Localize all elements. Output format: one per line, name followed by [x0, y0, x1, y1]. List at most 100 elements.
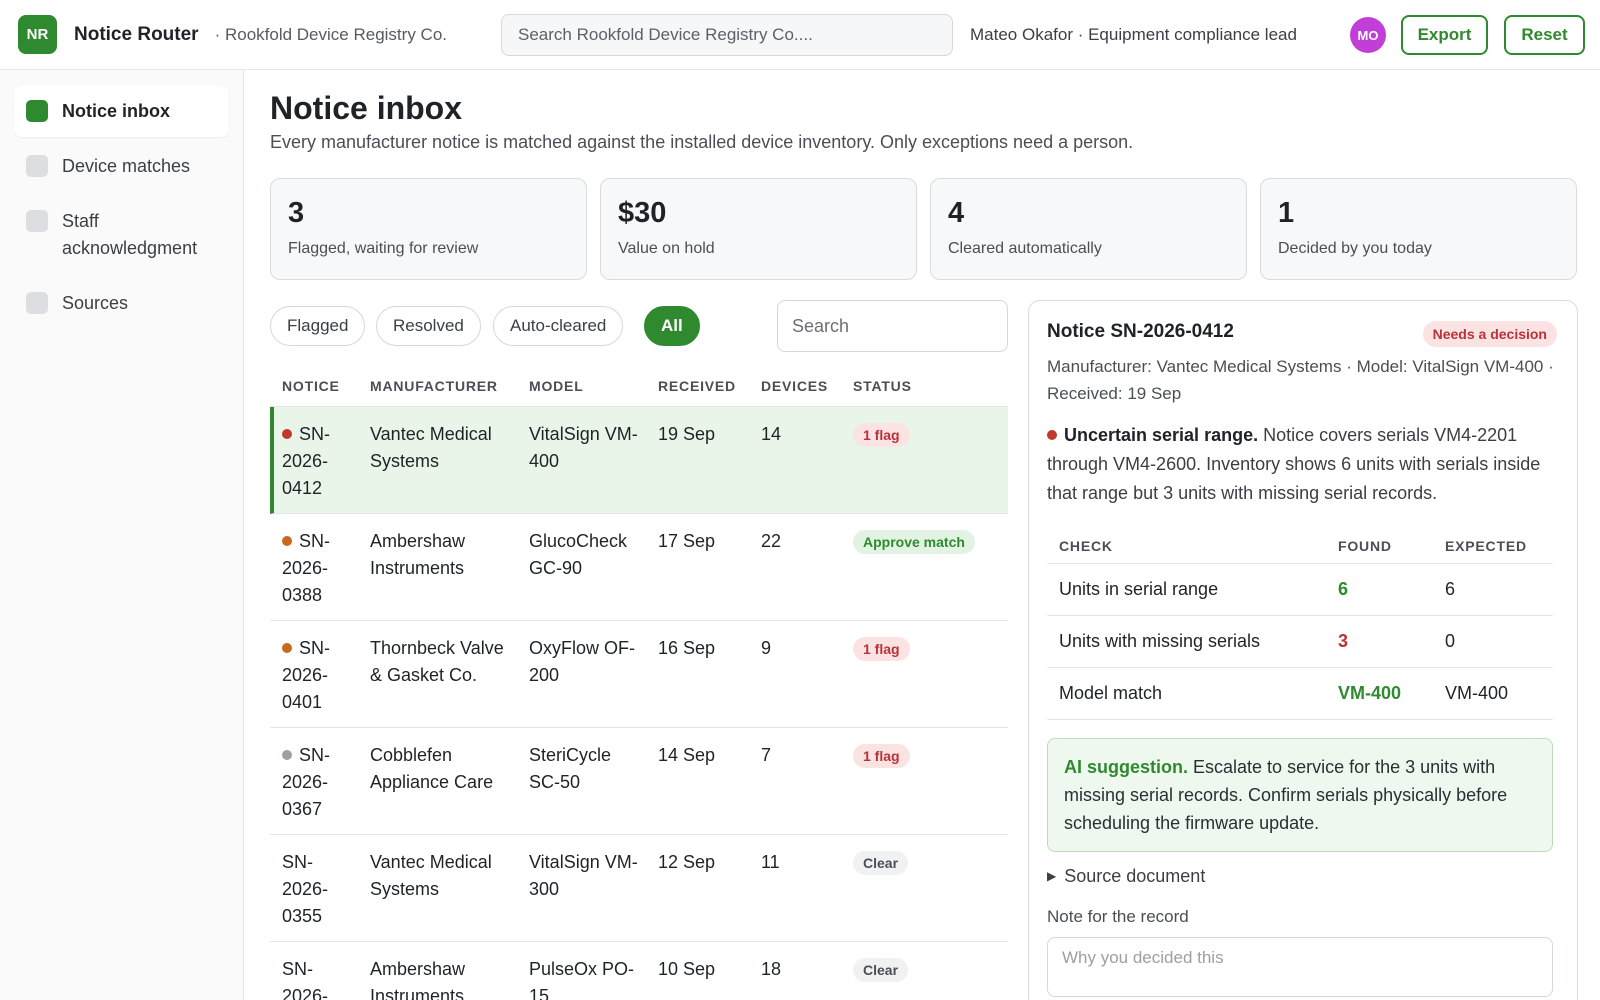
- severity-dot-icon: [282, 643, 292, 653]
- sidebar-item-label: Sources: [62, 293, 129, 313]
- checks-header-found: FOUND: [1338, 538, 1392, 554]
- app-title: Notice Router: [74, 23, 199, 45]
- stat-label: Cleared automatically: [948, 240, 1102, 257]
- column-header-manufacturer[interactable]: MANUFACTURER: [370, 378, 498, 394]
- user-label: Mateo Okafor · Equipment compliance lead: [970, 25, 1297, 44]
- notice-id-cell: SN-2026-0355: [282, 849, 354, 930]
- sidebar: Notice inbox Device matches Staff acknow…: [0, 70, 244, 1000]
- notice-id: SN-2026-0355: [282, 852, 329, 926]
- check-row: Model match VM-400 VM-400: [1047, 668, 1553, 720]
- devices-cell: 22: [761, 531, 782, 551]
- received-cell: 17 Sep: [658, 531, 716, 551]
- devices-cell: 11: [761, 852, 780, 872]
- filter-chip-all[interactable]: All: [644, 306, 700, 346]
- table-body: SN-2026-0412 Vantec Medical Systems VitalS…: [270, 407, 1008, 1000]
- status-badge: Needs a decision: [1422, 321, 1557, 347]
- check-expected: VM-400: [1445, 683, 1509, 703]
- ai-suggestion: AI suggestion. Escalate to service for t…: [1047, 738, 1553, 852]
- notice-id-cell: SN-2026-: [282, 956, 354, 1000]
- table-row[interactable]: SN-2026-0388 Ambershaw Instruments GlucoCh…: [270, 514, 1008, 621]
- manufacturer-cell: Vantec Medical Systems: [370, 852, 492, 899]
- stat-value: 1: [1278, 197, 1295, 229]
- manufacturer-cell: Ambershaw Instruments: [370, 959, 466, 1000]
- note-input[interactable]: [1047, 937, 1553, 997]
- reset-button[interactable]: Reset: [1504, 15, 1585, 55]
- checks-header-expected: EXPECTED: [1445, 538, 1527, 554]
- sidebar-item-sources[interactable]: Sources: [14, 278, 229, 329]
- checks-header: CHECK FOUND EXPECTED: [1047, 524, 1553, 564]
- check-row: Units with missing serials 3 0: [1047, 616, 1553, 668]
- stat-card-cleared: 4 Cleared automatically: [930, 178, 1247, 280]
- devices-cell: 9: [761, 638, 772, 658]
- checks-table: CHECK FOUND EXPECTED Units in serial ran…: [1047, 524, 1553, 720]
- devices-cell: 7: [761, 745, 772, 765]
- sidebar-item-notice-inbox[interactable]: Notice inbox: [14, 86, 229, 137]
- check-name: Units with missing serials: [1059, 631, 1261, 651]
- received-cell: 14 Sep: [658, 745, 716, 765]
- filter-chip-auto-cleared[interactable]: Auto-cleared: [493, 306, 624, 346]
- filter-chip-resolved[interactable]: Resolved: [376, 306, 481, 346]
- column-header-status[interactable]: STATUS: [853, 378, 912, 394]
- device-icon: [26, 155, 48, 177]
- stat-value: $30: [618, 197, 667, 229]
- detail-meta: Manufacturer: Vantec Medical Systems · M…: [1047, 357, 1554, 403]
- avatar[interactable]: MO: [1350, 17, 1386, 53]
- notice-search-input[interactable]: [777, 300, 1008, 352]
- stat-label: Decided by you today: [1278, 240, 1432, 257]
- checks-header-check: CHECK: [1059, 538, 1113, 554]
- model-cell: GlucoCheck GC-90: [529, 531, 628, 578]
- devices-cell: 14: [761, 424, 782, 444]
- severity-dot-icon: [282, 536, 292, 546]
- manufacturer-cell: Cobblefen Appliance Care: [370, 745, 494, 792]
- check-found: VM-400: [1338, 683, 1402, 703]
- sidebar-item-staff-acknowledgment[interactable]: Staff acknowledgment: [14, 196, 229, 274]
- filter-chip-flagged[interactable]: Flagged: [270, 306, 366, 346]
- ai-suggestion-label: AI suggestion.: [1064, 757, 1189, 777]
- page-subtitle: Every manufacturer notice is matched aga…: [270, 132, 1134, 152]
- column-header-notice[interactable]: NOTICE: [282, 378, 340, 394]
- column-header-model[interactable]: MODEL: [529, 378, 584, 394]
- status-cell: Approve match: [853, 528, 975, 555]
- status-badge[interactable]: Approve match: [853, 530, 975, 554]
- check-name: Units in serial range: [1059, 579, 1219, 599]
- table-row[interactable]: SN-2026- Ambershaw Instruments PulseOx PO-…: [270, 942, 1008, 1000]
- stat-label: Value on hold: [618, 240, 715, 257]
- table-row[interactable]: SN-2026-0367 Cobblefen Appliance Care Ster…: [270, 728, 1008, 835]
- stat-value: 3: [288, 197, 305, 229]
- source-document-label: Source document: [1064, 866, 1206, 886]
- status-cell: 1 flag: [853, 635, 910, 662]
- check-row: Units in serial range 6 6: [1047, 564, 1553, 616]
- table-row[interactable]: SN-2026-0412 Vantec Medical Systems VitalS…: [270, 407, 1008, 514]
- table-row[interactable]: SN-2026-0355 Vantec Medical Systems VitalS…: [270, 835, 1008, 942]
- received-cell: 16 Sep: [658, 638, 716, 658]
- check-found: 6: [1338, 579, 1349, 599]
- column-header-devices[interactable]: DEVICES: [761, 378, 828, 394]
- manufacturer-cell: Ambershaw Instruments: [370, 531, 466, 578]
- check-name: Model match: [1059, 683, 1163, 703]
- check-found: 3: [1338, 631, 1349, 651]
- notice-id-cell: SN-2026-0401: [282, 635, 354, 716]
- top-bar: NR Notice Router · Rookfold Device Regis…: [0, 0, 1600, 70]
- organization-name: · Rookfold Device Registry Co.: [214, 24, 447, 44]
- sources-icon: [26, 292, 48, 314]
- sidebar-item-device-matches[interactable]: Device matches: [14, 141, 229, 192]
- main-content: Notice inbox Every manufacturer notice i…: [244, 70, 1600, 1000]
- global-search-input[interactable]: [501, 14, 953, 56]
- severity-dot-icon: [282, 429, 292, 439]
- notice-id-cell: SN-2026-0388: [282, 528, 354, 609]
- source-document-toggle[interactable]: ▶ Source document: [1047, 866, 1559, 887]
- check-expected: 0: [1445, 631, 1456, 651]
- issue-title: Uncertain serial range.: [1064, 425, 1259, 445]
- manufacturer-cell: Vantec Medical Systems: [370, 424, 492, 471]
- column-header-received[interactable]: RECEIVED: [658, 378, 736, 394]
- stat-card-flagged: 3 Flagged, waiting for review: [270, 178, 587, 280]
- table-row[interactable]: SN-2026-0401 Thornbeck Valve & Gasket Co.…: [270, 621, 1008, 728]
- model-cell: PulseOx PO-15: [529, 959, 635, 1000]
- export-button[interactable]: Export: [1401, 15, 1488, 55]
- status-cell: Clear: [853, 849, 909, 876]
- model-cell: SteriCycle SC-50: [529, 745, 612, 792]
- inbox-icon: [26, 100, 48, 122]
- notice-id-cell: SN-2026-0367: [282, 742, 354, 823]
- detail-issue: Uncertain serial range. Notice covers se…: [1047, 421, 1557, 508]
- manufacturer-cell: Thornbeck Valve & Gasket Co.: [370, 638, 504, 685]
